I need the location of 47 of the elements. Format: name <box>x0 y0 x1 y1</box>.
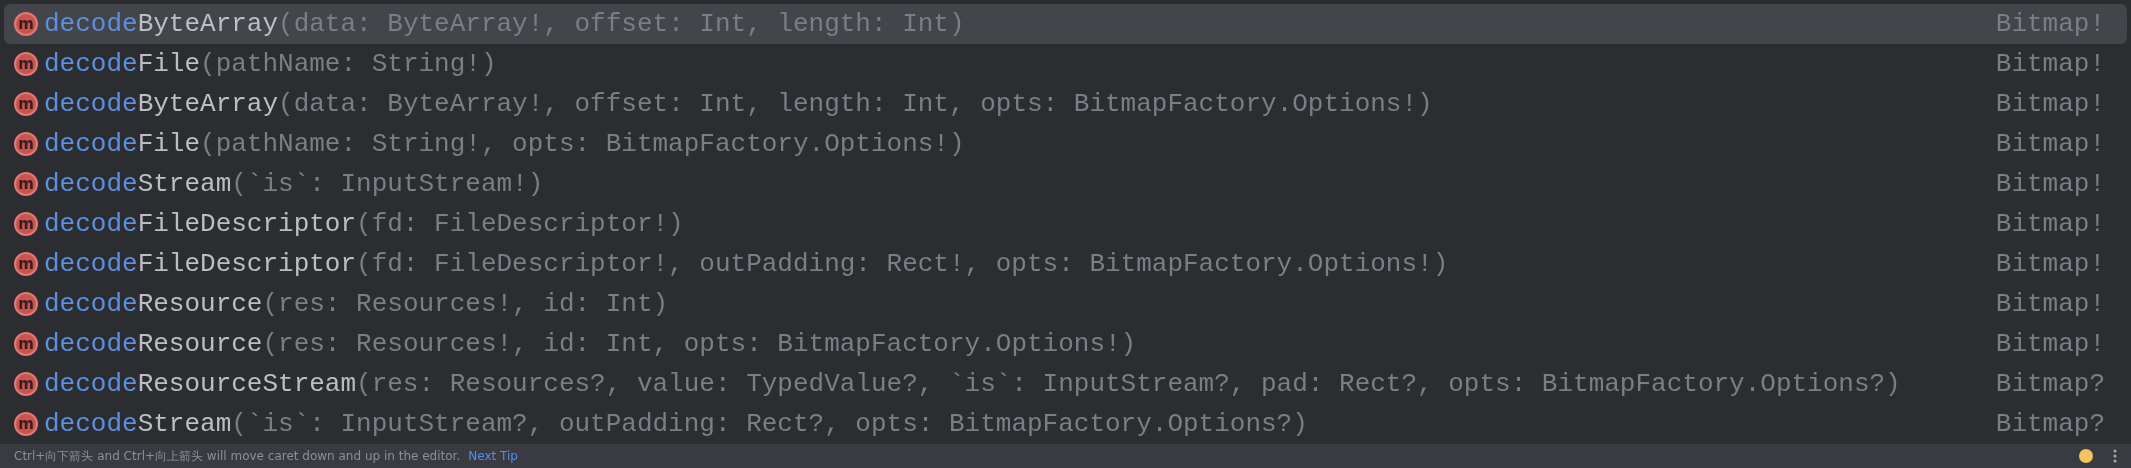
method-signature: decodeByteArray(data: ByteArray!, offset: Int, length: Int, opts: BitmapFactory.Options!) <box>44 89 1434 119</box>
method-icon: m <box>14 92 38 116</box>
completion-item[interactable]: m decodeByteArray(data: ByteArray!, offset: Int, length: Int, opts: BitmapFactory.Options!) Bitmap! <box>4 84 2127 124</box>
return-type: Bitmap! <box>1995 249 2105 279</box>
completion-item[interactable]: m decodeStream(`is`: InputStream?, outPadding: Rect?, opts: BitmapFactory.Options?) Bitmap? <box>4 404 2127 444</box>
return-type: Bitmap! <box>1995 169 2105 199</box>
method-signature: decodeFileDescriptor(fd: FileDescriptor!) <box>44 209 685 239</box>
method-icon: m <box>14 292 38 316</box>
completion-item[interactable]: m decodeFileDescriptor(fd: FileDescriptor!) Bitmap! <box>4 204 2127 244</box>
method-icon: m <box>14 412 38 436</box>
return-type: Bitmap! <box>1995 289 2105 319</box>
method-signature: decodeResource(res: Resources!, id: Int, opts: BitmapFactory.Options!) <box>44 329 1138 359</box>
completion-item[interactable]: m decodeFile(pathName: String!) Bitmap! <box>4 44 2127 84</box>
method-signature: decodeResourceStream(res: Resources?, value: TypedValue?, `is`: InputStream?, pad: Rect?, opts: BitmapFactory.Options?) <box>44 369 1902 399</box>
method-icon: m <box>14 172 38 196</box>
return-type: Bitmap! <box>1995 329 2105 359</box>
method-signature: decodeByteArray(data: ByteArray!, offset: Int, length: Int) <box>44 9 966 39</box>
completion-item[interactable]: m decodeResource(res: Resources!, id: Int, opts: BitmapFactory.Options!) Bitmap! <box>4 324 2127 364</box>
method-icon: m <box>14 132 38 156</box>
return-type: Bitmap! <box>1995 209 2105 239</box>
completion-item[interactable]: m decodeResource(res: Resources!, id: Int) Bitmap! <box>4 284 2127 324</box>
completion-item[interactable]: m decodeFileDescriptor(fd: FileDescriptor!, outPadding: Rect!, opts: BitmapFactory.Options!) Bitmap! <box>4 244 2127 284</box>
return-type: Bitmap! <box>1995 49 2105 79</box>
method-signature: decodeFile(pathName: String!, opts: BitmapFactory.Options!) <box>44 129 966 159</box>
return-type: Bitmap! <box>1995 129 2105 159</box>
method-icon: m <box>14 332 38 356</box>
return-type: Bitmap? <box>1995 409 2105 439</box>
return-type: Bitmap! <box>1995 9 2105 39</box>
tip-text: Ctrl+向下箭头 and Ctrl+向上箭头 will move caret down and up in the editor. <box>14 447 461 465</box>
completion-item[interactable]: m decodeResourceStream(res: Resources?, value: TypedValue?, `is`: InputStream?, pad: Rect?, opts: BitmapFactory.Options?) Bitmap? <box>4 364 2127 404</box>
bulb-icon[interactable] <box>2079 449 2093 463</box>
return-type: Bitmap? <box>1995 369 2105 399</box>
method-icon: m <box>14 52 38 76</box>
method-icon: m <box>14 12 38 36</box>
return-type: Bitmap! <box>1995 89 2105 119</box>
method-signature: decodeStream(`is`: InputStream!) <box>44 169 545 199</box>
completion-item[interactable]: m decodeStream(`is`: InputStream!) Bitmap! <box>4 164 2127 204</box>
method-signature: decodeFile(pathName: String!) <box>44 49 498 79</box>
method-icon: m <box>14 372 38 396</box>
method-icon: m <box>14 212 38 236</box>
method-signature: decodeStream(`is`: InputStream?, outPadding: Rect?, opts: BitmapFactory.Options?) <box>44 409 1309 439</box>
completion-item[interactable]: m decodeFile(pathName: String!, opts: BitmapFactory.Options!) Bitmap! <box>4 124 2127 164</box>
method-icon: m <box>14 252 38 276</box>
method-signature: decodeResource(res: Resources!, id: Int) <box>44 289 670 319</box>
completion-item[interactable]: m decodeByteArray(data: ByteArray!, offset: Int, length: Int) Bitmap! <box>4 4 2127 44</box>
more-icon[interactable] <box>2113 449 2117 463</box>
method-signature: decodeFileDescriptor(fd: FileDescriptor!, outPadding: Rect!, opts: BitmapFactory.Options!) <box>44 249 1450 279</box>
